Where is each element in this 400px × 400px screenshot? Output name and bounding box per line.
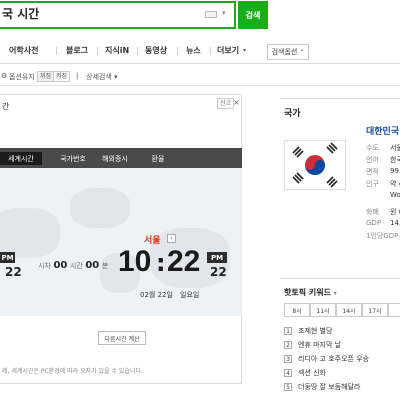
clock-seconds: 22 bbox=[210, 265, 227, 279]
hot-topic-item[interactable]: 3 리디아 고 호주오픈 우승 bbox=[284, 354, 369, 364]
time-diff-hours: 00 bbox=[53, 260, 68, 271]
hour-tab[interactable]: 8시 bbox=[284, 303, 310, 317]
korea-flag-image bbox=[284, 140, 346, 190]
info-label: 수도 bbox=[366, 144, 379, 152]
rank-badge: 5 bbox=[284, 383, 292, 391]
search-button[interactable]: 검색 bbox=[238, 1, 268, 29]
hot-topic-text: 더둥땅 잘 보듬해달라 bbox=[298, 383, 361, 391]
divider bbox=[210, 47, 211, 55]
info-value: 원 ( bbox=[390, 208, 400, 216]
country-section-title: 국가 bbox=[284, 109, 301, 119]
search-input[interactable]: 국 시간 bbox=[2, 5, 39, 22]
hot-topic-text: 엔휴 마지막 날 bbox=[298, 341, 342, 349]
divider bbox=[137, 47, 138, 55]
country-name-link[interactable]: 대한민국 bbox=[366, 124, 399, 137]
search-options-label: 검색옵션 bbox=[271, 48, 298, 56]
tab-dictionary[interactable]: 어학사전 bbox=[9, 45, 38, 56]
time-diff-label: 시차 bbox=[38, 262, 51, 270]
tab-exchange-rate[interactable]: 환율 bbox=[138, 152, 178, 165]
tab-kin[interactable]: 지식iN bbox=[105, 45, 129, 56]
hour-tab[interactable]: 14시 bbox=[336, 303, 362, 317]
flag-icon bbox=[285, 141, 345, 189]
rank-badge: 3 bbox=[284, 355, 292, 363]
hot-topic-item[interactable]: 2 엔휴 마지막 날 bbox=[284, 340, 341, 350]
hour-tab[interactable]: 11시 bbox=[310, 303, 336, 317]
rank-badge: 4 bbox=[284, 369, 292, 377]
left-seconds: 22 bbox=[5, 265, 22, 279]
info-value: 99.7 bbox=[390, 167, 400, 175]
clock-date: 02월 22일 bbox=[140, 291, 173, 299]
divider bbox=[177, 47, 178, 55]
info-value: 서울 bbox=[390, 144, 400, 152]
info-value: 한국 bbox=[390, 156, 400, 164]
search-tabs: 어학사전 블로그 지식iN 동영상 뉴스 더보기 ▾ bbox=[0, 38, 400, 64]
hot-topic-text: 리디아 고 호주오픈 우승 bbox=[298, 355, 370, 363]
report-button[interactable]: 신고 bbox=[217, 98, 235, 109]
world-map-shape bbox=[70, 188, 130, 228]
tab-more[interactable]: 더보기 bbox=[217, 45, 239, 56]
chevron-down-icon[interactable]: ▾ bbox=[222, 9, 226, 17]
tab-news[interactable]: 뉴스 bbox=[186, 45, 201, 56]
hot-topic-title: 핫토픽 키워드 ▾ bbox=[284, 287, 337, 298]
hour-tab-partial[interactable] bbox=[388, 303, 400, 317]
world-map-shape bbox=[0, 208, 60, 258]
chevron-down-icon: ▾ bbox=[333, 290, 337, 297]
chevron-up-icon: ⌃ bbox=[299, 48, 305, 56]
rank-badge: 1 bbox=[284, 327, 292, 335]
other-time-calc-button[interactable]: 다른시간 계산 bbox=[98, 331, 146, 345]
card-title: 간 bbox=[2, 102, 10, 111]
divider bbox=[56, 47, 57, 55]
chevron-down-icon: ▾ bbox=[243, 47, 247, 54]
detail-search-link[interactable]: 상세검색 ▾ bbox=[86, 72, 118, 82]
divider: | bbox=[76, 72, 79, 80]
footnote: 레, 세계시간은 PC환경에 따라 오차가 있을 수 있습니다. bbox=[2, 368, 143, 375]
tab-world-time[interactable]: 세계시간 bbox=[0, 152, 42, 165]
time-diff-minutes-unit: 분 bbox=[101, 262, 109, 270]
time-difference: 시차 00 시간 00 분 bbox=[38, 260, 108, 271]
hot-topic-item[interactable]: 4 섹션 신화 bbox=[284, 368, 326, 378]
ampm-badge: PM bbox=[207, 252, 227, 263]
hot-topic-item[interactable]: 5 더둥땅 잘 보듬해달라 bbox=[284, 382, 360, 392]
keyboard-icon[interactable] bbox=[205, 11, 217, 18]
clock-hour: 10 bbox=[118, 245, 152, 278]
search-options-button[interactable]: 검색옵션 ⌃ bbox=[267, 44, 309, 60]
info-label: 면적 bbox=[366, 168, 379, 176]
info-value: 14.4 bbox=[390, 219, 400, 227]
left-ampm-badge: PM bbox=[0, 252, 15, 263]
tab-video[interactable]: 동영상 bbox=[145, 45, 167, 56]
time-diff-minutes: 00 bbox=[85, 260, 100, 271]
option-keep-off[interactable]: 켜짐 bbox=[53, 71, 71, 82]
info-value: Wor bbox=[390, 191, 400, 199]
hot-topic-title-text: 핫토픽 키워드 bbox=[284, 288, 331, 297]
settings-icon: ⚙ bbox=[1, 72, 8, 80]
info-label: GDP bbox=[366, 219, 382, 227]
option-keep-on[interactable]: 꺼짐 bbox=[37, 71, 55, 82]
tab-blog[interactable]: 블로그 bbox=[66, 45, 88, 56]
chevron-right-icon[interactable]: › bbox=[167, 234, 176, 243]
clock-colon: : bbox=[156, 249, 166, 277]
info-label: 화폐 bbox=[366, 208, 379, 216]
hour-tab[interactable]: 17시 bbox=[362, 303, 388, 317]
time-diff-hours-unit: 시간 bbox=[69, 262, 83, 270]
chevron-down-icon: ▾ bbox=[114, 73, 118, 81]
clock-weekday: 일요일 bbox=[180, 291, 200, 299]
info-label: 인구 bbox=[366, 180, 379, 188]
option-row: ⚙ 옵션유지 꺼짐 켜짐 | 상세검색 ▾ bbox=[0, 66, 400, 86]
info-value: 약 4 bbox=[390, 180, 400, 188]
info-label: 1인당GDP bbox=[366, 232, 399, 240]
rank-badge: 2 bbox=[284, 341, 292, 349]
clock-minute: 22 bbox=[167, 245, 201, 278]
option-keep-label: 옵션유지 bbox=[9, 73, 35, 81]
hot-topic-text: 섹션 신화 bbox=[298, 369, 326, 377]
hot-topic-item[interactable]: 1 조제현 별당 bbox=[284, 326, 332, 336]
divider bbox=[97, 47, 98, 55]
clock-area bbox=[0, 168, 242, 316]
detail-search-label: 상세검색 bbox=[86, 73, 112, 81]
tab-overseas-stock[interactable]: 해외증시 bbox=[90, 152, 140, 165]
hot-topic-text: 조제현 별당 bbox=[298, 327, 333, 335]
info-label: 언어 bbox=[366, 156, 379, 164]
close-icon[interactable]: × bbox=[233, 98, 240, 107]
